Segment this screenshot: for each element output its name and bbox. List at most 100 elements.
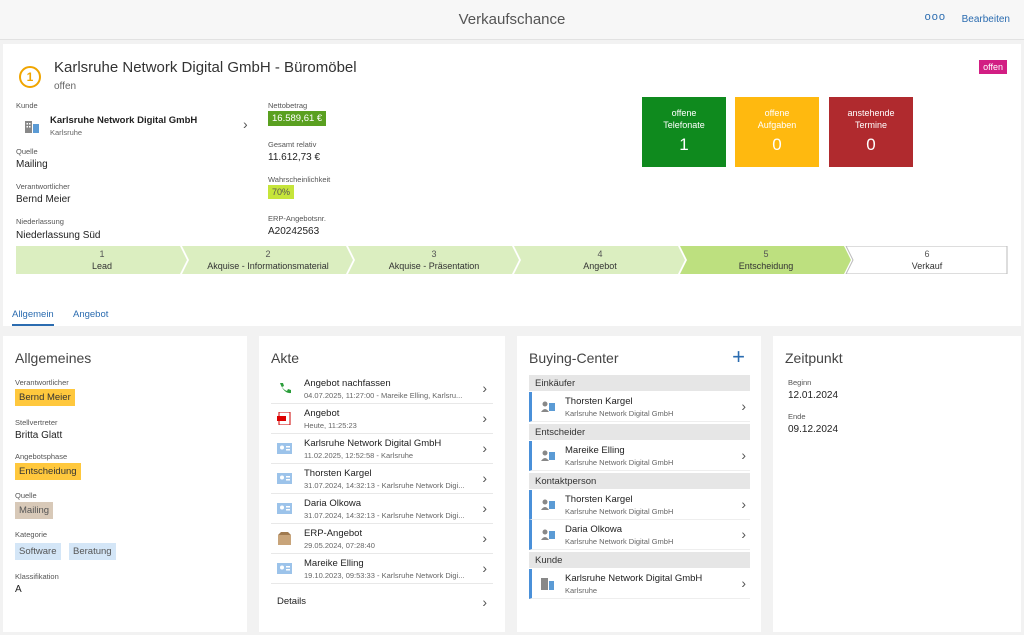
buying-center-card: Buying-Center + Einkäufer Thorsten Karge… (517, 336, 761, 632)
kunde-label: Kunde (16, 101, 38, 110)
quelle-label: Quelle (16, 147, 38, 156)
tile-termine-l2: Termine (854, 120, 887, 130)
box-icon (278, 532, 291, 545)
phase-4-name: Angebot (583, 261, 617, 271)
akte-item[interactable]: Daria Olkowa 31.07.2024, 14:32:13 - Karl… (271, 494, 493, 524)
contact-card-icon (277, 563, 292, 574)
netto-label: Nettobetrag (268, 101, 308, 110)
stellvertreter-label: Stellvertreter (15, 418, 58, 427)
akte-item[interactable]: Angebot Heute, 11:25:23 › (271, 404, 493, 434)
akte-item[interactable]: Karlsruhe Network Digital GmbH 11.02.202… (271, 434, 493, 464)
stellvertreter-value: Britta Glatt (15, 430, 63, 441)
person-card-icon (541, 401, 555, 412)
akte-item-name: Thorsten Kargel (304, 468, 372, 479)
contact-card-icon (277, 443, 292, 454)
ende-value: 09.12.2024 (788, 424, 839, 435)
niederlassung-label: Niederlassung (16, 217, 64, 226)
person-org: Karlsruhe Network Digital GmbH (565, 409, 674, 418)
phone-icon (280, 383, 291, 394)
phase-step-3[interactable]: 3 Akquise - Präsentation (348, 246, 520, 274)
angebotsphase-tag[interactable]: Entscheidung (15, 463, 81, 480)
tab-allgemein[interactable]: Allgemein (12, 309, 54, 326)
akte-item-detail: 04.07.2025, 11:27:00 - Mareike Elling, K… (304, 391, 463, 400)
chevron-right-icon: › (741, 398, 746, 414)
niederlassung-value: Niederlassung Süd (16, 230, 101, 241)
chevron-right-icon: › (482, 410, 487, 426)
akte-item[interactable]: Thorsten Kargel 31.07.2024, 14:32:13 - K… (271, 464, 493, 494)
buying-center-person[interactable]: Mareike Elling Karlsruhe Network Digital… (529, 441, 750, 471)
person-org: Karlsruhe Network Digital GmbH (565, 458, 674, 467)
quelle-label: Quelle (15, 491, 37, 500)
phase-step-2[interactable]: 2 Akquise - Informationsmaterial (182, 246, 354, 274)
buying-center-title: Buying-Center (529, 350, 619, 366)
erp-value: A20242563 (268, 226, 320, 237)
kategorie-tag-beratung[interactable]: Beratung (69, 543, 116, 560)
tile-aufgaben[interactable]: offene Aufgaben 0 (735, 97, 819, 167)
akte-item-detail: 31.07.2024, 14:32:13 - Karlsruhe Network… (304, 481, 465, 490)
akte-item-detail: 11.02.2025, 12:52:58 - Karlsruhe (304, 451, 414, 460)
details-link[interactable]: Details › (271, 588, 493, 618)
akte-item[interactable]: Angebot nachfassen 04.07.2025, 11:27:00 … (271, 374, 493, 404)
verantwortlicher-value: Bernd Meier (16, 194, 71, 205)
person-name: Thorsten Kargel (565, 396, 633, 407)
phase-step-4[interactable]: 4 Angebot (514, 246, 686, 274)
wahrscheinlichkeit-label: Wahrscheinlichkeit (268, 175, 331, 184)
more-options-button[interactable]: ooo (925, 11, 946, 23)
verantwortlicher-label: Verantwortlicher (16, 182, 70, 191)
chevron-right-icon: › (482, 530, 487, 546)
phase-3-name: Akquise - Präsentation (388, 261, 480, 271)
person-card-icon (541, 499, 555, 510)
buying-center-person[interactable]: Thorsten Kargel Karlsruhe Network Digita… (529, 392, 750, 422)
opportunity-header: 1 Karlsruhe Network Digital GmbH - Bürom… (3, 44, 1021, 326)
tab-angebot[interactable]: Angebot (73, 309, 108, 320)
company-name: Karlsruhe Network Digital GmbH (565, 573, 703, 584)
chevron-right-icon: › (482, 470, 487, 486)
buying-center-person[interactable]: Daria Olkowa Karlsruhe Network Digital G… (529, 520, 750, 550)
person-card-icon (541, 450, 555, 461)
buying-center-company[interactable]: Karlsruhe Network Digital GmbH Karlsruhe… (529, 569, 750, 599)
phase-1-num: 1 (99, 249, 105, 259)
kunde-name[interactable]: Karlsruhe Network Digital GmbH (50, 115, 197, 126)
chevron-right-icon: › (741, 496, 746, 512)
chevron-right-icon[interactable]: › (243, 116, 248, 132)
tile-termine-l1: anstehende (847, 108, 895, 118)
phase-step-5[interactable]: 5 Entscheidung (680, 246, 852, 274)
phase-5-name: Entscheidung (738, 261, 794, 271)
phase-1-name: Lead (91, 261, 113, 271)
kunde-city: Karlsruhe (50, 128, 83, 137)
akte-card: Akte Angebot nachfassen 04.07.2025, 11:2… (259, 336, 505, 632)
section-kunde: Kunde (529, 552, 750, 568)
verantwortlicher-tag[interactable]: Bernd Meier (15, 389, 75, 406)
building-icon (25, 121, 39, 133)
tile-aufgaben-count: 0 (772, 135, 782, 154)
details-label: Details (277, 596, 307, 607)
akte-item-detail: 31.07.2024, 14:32:13 - Karlsruhe Network… (304, 511, 465, 520)
edit-button[interactable]: Bearbeiten (962, 14, 1010, 25)
tab-bar: Allgemein Angebot (3, 307, 1021, 326)
phase-step-6[interactable]: 6 Verkauf (846, 246, 1008, 274)
person-name: Thorsten Kargel (565, 494, 633, 505)
tile-telefonate[interactable]: offene Telefonate 1 (642, 97, 726, 167)
person-name: Daria Olkowa (565, 524, 623, 535)
akte-item-detail: 19.10.2023, 09:53:33 - Karlsruhe Network… (304, 571, 465, 580)
phase-progress: 1 Lead 2 Akquise - Informationsmaterial 3 A… (16, 246, 1008, 274)
angebotsphase-label: Angebotsphase (15, 452, 68, 461)
kategorie-tag-software[interactable]: Software (15, 543, 61, 560)
buying-center-person[interactable]: Thorsten Kargel Karlsruhe Network Digita… (529, 490, 750, 520)
person-card-icon (541, 529, 555, 540)
gesamt-label: Gesamt relativ (268, 140, 317, 149)
tile-termine[interactable]: anstehende Termine 0 (829, 97, 913, 167)
akte-item-name: Angebot nachfassen (304, 378, 391, 389)
section-entscheider: Entscheider (529, 424, 750, 440)
phase-2-name: Akquise - Informationsmaterial (207, 261, 329, 271)
zeitpunkt-card: Zeitpunkt Beginn 12.01.2024 Ende 09.12.2… (773, 336, 1021, 632)
phase-5-num: 5 (763, 249, 769, 259)
tile-telefonate-l1: offene (671, 108, 697, 118)
chevron-right-icon: › (741, 526, 746, 542)
quelle-tag[interactable]: Mailing (15, 502, 54, 519)
tile-telefonate-l2: Telefonate (663, 120, 705, 130)
phase-step-1[interactable]: 1 Lead (16, 246, 188, 274)
akte-item[interactable]: ERP-Angebot 29.05.2024, 07:28:40 › (271, 524, 493, 554)
add-icon[interactable]: + (732, 344, 745, 370)
akte-item[interactable]: Mareike Elling 19.10.2023, 09:53:33 - Ka… (271, 554, 493, 584)
